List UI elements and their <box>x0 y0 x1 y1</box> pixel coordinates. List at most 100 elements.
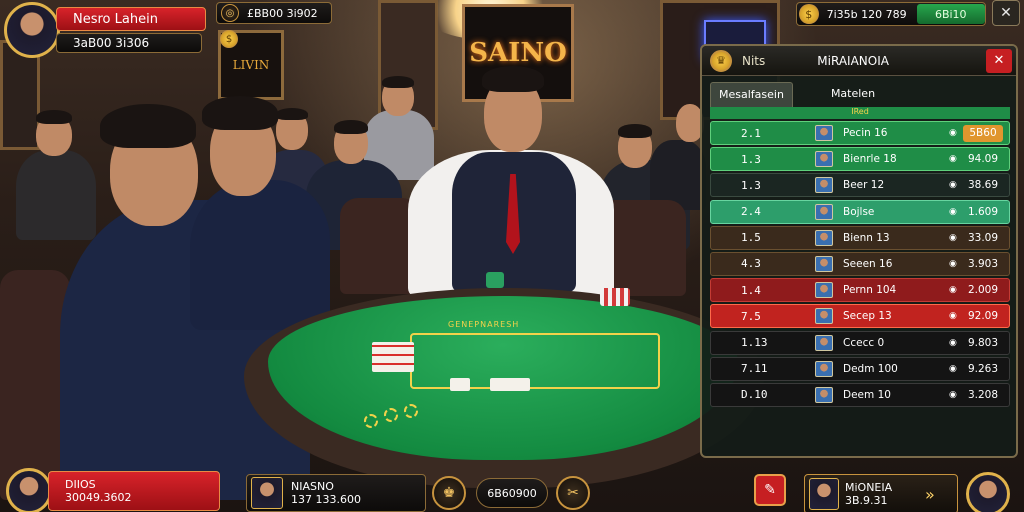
row-avatar <box>815 229 833 246</box>
bottom-left-avatar[interactable] <box>6 468 52 512</box>
panel-title: MiRAIANOIA <box>817 53 889 68</box>
row-position: 2.1 <box>741 126 761 140</box>
bottom-mid-player: NIASNO 137 133.600 <box>246 474 426 512</box>
leaderboard-row[interactable]: 1.3 Bienrle 18 ◉ 94.09 <box>710 147 1010 172</box>
leaderboard-row[interactable]: 7.11 Dedm 100 ◉ 9.263 <box>710 356 1010 381</box>
row-name: Beer 12 <box>843 179 885 192</box>
row-name: Bienn 13 <box>843 231 890 244</box>
game-scene: SAINO LIVIN GENEPNARESH Nesro Lahein 3aB… <box>0 0 1024 512</box>
top-center-balance-value: £BB00 3i902 <box>247 6 318 20</box>
row-avatar <box>815 151 833 168</box>
eye-icon[interactable]: ◉ <box>949 180 959 190</box>
row-amount: 5B60 <box>963 124 1003 142</box>
chip-3[interactable] <box>404 404 418 418</box>
panel-header: ♛ Nits MiRAIANOIA ✕ <box>702 46 1016 76</box>
bottom-right-avatar[interactable] <box>966 472 1010 512</box>
row-amount: 33.09 <box>967 231 999 244</box>
eye-icon[interactable]: ◉ <box>949 207 959 217</box>
row-position: 1.4 <box>741 283 761 297</box>
eye-icon[interactable]: ◉ <box>949 154 959 164</box>
row-amount: 1.609 <box>967 205 999 218</box>
eye-icon[interactable]: ◉ <box>949 390 959 400</box>
scissors-icon[interactable]: ✂ <box>556 476 590 510</box>
row-name: Pecin 16 <box>843 127 888 139</box>
poster-text: LIVIN <box>232 58 270 72</box>
row-name: Bienrle 18 <box>843 153 897 166</box>
row-amount: 3.903 <box>967 257 999 270</box>
player-name: Nesro Lahein <box>73 11 158 27</box>
bottom-mid-name: NIASNO <box>291 480 334 493</box>
top-right-balance: $ 7i35b 120 789 6Bi10 <box>796 2 986 26</box>
coin-icon[interactable]: $ <box>220 30 238 48</box>
alert-icon[interactable]: ✎ <box>754 474 786 506</box>
chip-2[interactable] <box>384 408 398 422</box>
row-avatar <box>815 177 833 194</box>
crown-icon: ♛ <box>710 49 732 72</box>
leaderboard-rows: 2.1 Pecin 16 ◉ 5B60 1.3 Bienrle 18 ◉ 94.09 1.3 Be… <box>710 121 1010 409</box>
row-avatar <box>815 334 833 351</box>
row-name: Bojlse <box>843 205 875 218</box>
row-position: 1.13 <box>741 336 768 349</box>
row-avatar <box>815 308 833 325</box>
card-stack-1 <box>372 342 414 372</box>
row-amount: 38.69 <box>967 179 999 192</box>
betting-layout[interactable] <box>410 333 660 389</box>
bet-amount-value: 6B60900 <box>487 486 537 500</box>
dealer-icon[interactable]: ♚ <box>432 476 466 510</box>
row-avatar <box>815 125 833 141</box>
leaderboard-row[interactable]: 1.4 Pernn 104 ◉ 2.009 <box>710 278 1010 303</box>
bottom-left-player: DIIOS 30049.3602 <box>6 468 220 512</box>
close-icon[interactable]: ✕ <box>992 0 1020 26</box>
row-position: 1.5 <box>741 231 761 245</box>
eye-icon[interactable]: ◉ <box>949 128 959 138</box>
panel-close-icon[interactable]: ✕ <box>986 48 1012 73</box>
player-avatar[interactable] <box>4 2 60 58</box>
eye-icon[interactable]: ◉ <box>949 364 959 374</box>
row-name: Ccecc 0 <box>843 336 885 349</box>
leaderboard-row[interactable]: 2.4 Bojlse ◉ 1.609 <box>710 199 1010 224</box>
top-center-balance: ◎ £BB00 3i902 <box>216 2 332 24</box>
row-name: Pernn 104 <box>843 284 897 297</box>
row-position: 1.3 <box>741 152 761 166</box>
top-right-balance-value: 7i35b 120 789 <box>826 7 907 21</box>
row-avatar <box>815 282 833 299</box>
bottom-mid-avatar[interactable] <box>251 477 283 509</box>
eye-icon[interactable]: ◉ <box>949 285 959 295</box>
leaderboard-row[interactable]: 7.5 Secep 13 ◉ 92.09 <box>710 304 1010 329</box>
top-right-amount[interactable]: 6Bi10 <box>916 4 985 24</box>
leaderboard-row[interactable]: 4.3 Seeen 16 ◉ 3.903 <box>710 251 1010 276</box>
eye-icon[interactable]: ◉ <box>949 233 959 243</box>
row-name: Dedm 100 <box>843 362 898 375</box>
tab-1[interactable]: Matelen <box>823 82 883 108</box>
bottom-right-name: MiONEIA <box>845 481 893 494</box>
row-amount: 9.803 <box>967 336 999 349</box>
card-2 <box>490 378 530 391</box>
bottom-left-name: DIIOS <box>65 478 96 491</box>
panel-subheader: IRed <box>710 107 1010 119</box>
globe-icon[interactable]: ◎ <box>221 4 239 22</box>
table-layout-label: GENEPNARESH <box>448 320 520 329</box>
leaderboard-row[interactable]: D.10 Deem 10 ◉ 3.208 <box>710 382 1010 407</box>
player-name-plate: Nesro Lahein <box>56 7 206 31</box>
bet-amount-pill[interactable]: 6B60900 <box>476 478 548 508</box>
tab-0[interactable]: Mesalfasein <box>710 82 793 108</box>
row-name: Secep 13 <box>843 310 892 323</box>
eye-icon[interactable]: ◉ <box>949 259 959 269</box>
leaderboard-row[interactable]: 1.3 Beer 12 ◉ 38.69 <box>710 173 1010 198</box>
chip-1[interactable] <box>364 414 378 428</box>
panel-header-left: Nits <box>742 53 766 68</box>
chip-stack-dealer <box>486 272 504 288</box>
top-left-player: Nesro Lahein 3aB00 3i306 <box>4 2 206 58</box>
chevron-right-icon[interactable]: » <box>925 485 935 504</box>
row-avatar <box>815 255 833 272</box>
leaderboard-row[interactable]: 1.5 Bienn 13 ◉ 33.09 <box>710 225 1010 250</box>
leaderboard-row[interactable]: 1.13 Ccecc 0 ◉ 9.803 <box>710 330 1010 355</box>
row-amount: 92.09 <box>967 310 999 323</box>
eye-icon[interactable]: ◉ <box>949 311 959 321</box>
chip-stack <box>600 288 630 306</box>
row-name: Seeen 16 <box>843 257 893 270</box>
eye-icon[interactable]: ◉ <box>949 338 959 348</box>
row-name: Deem 10 <box>843 388 891 401</box>
row-position: 4.3 <box>741 257 761 271</box>
leaderboard-row[interactable]: 2.1 Pecin 16 ◉ 5B60 <box>710 121 1010 145</box>
